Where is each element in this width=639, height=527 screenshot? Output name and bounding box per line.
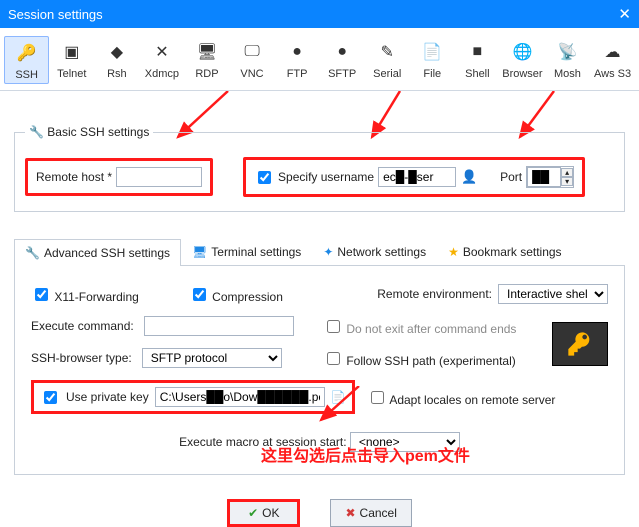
private-key-group: Use private key 📄 (31, 380, 355, 414)
basic-ssh-fieldset: 🔧 Basic SSH settings Remote host * Speci… (14, 125, 625, 212)
advanced-panel: X11-Forwarding Compression Remote enviro… (14, 266, 625, 475)
adapt-locales-label[interactable]: Adapt locales on remote server (367, 388, 556, 407)
session-type-rsh[interactable]: ◆ Rsh (94, 36, 139, 84)
port-up-icon[interactable]: ▴ (561, 168, 573, 177)
ssh-browser-label: SSH-browser type: (31, 351, 132, 365)
ssh-icon: 🔑 (15, 41, 39, 65)
tab-terminal[interactable]: 🖥 Terminal settings (181, 238, 312, 265)
x11-label[interactable]: X11-Forwarding (31, 285, 139, 304)
session-type-file[interactable]: 📄 File (410, 36, 455, 84)
file-icon: 📄 (420, 40, 444, 64)
compression-label[interactable]: Compression (189, 285, 283, 304)
remote-env-label: Remote environment: (377, 287, 492, 301)
user-picker-icon[interactable]: 👤 (460, 168, 478, 186)
shell-icon: ■ (465, 40, 489, 64)
ok-button[interactable]: ✔ OK (227, 499, 300, 527)
session-type-aws-s3[interactable]: ☁ Aws S3 (590, 36, 635, 84)
specify-username-checkbox[interactable] (258, 171, 271, 184)
session-type-label: SFTP (320, 68, 365, 80)
session-type-ftp[interactable]: ● FTP (275, 36, 320, 84)
remote-env-select[interactable]: Interactive shell (498, 284, 608, 304)
window-title: Session settings (8, 7, 103, 22)
session-type-vnc[interactable]: 🖵 VNC (230, 36, 275, 84)
session-type-browser[interactable]: 🌐 Browser (500, 36, 545, 84)
port-label: Port (500, 170, 522, 184)
session-type-label: Serial (365, 68, 410, 80)
port-input[interactable] (527, 167, 561, 187)
session-type-rdp[interactable]: 🖥 RDP (184, 36, 229, 84)
session-type-label: Xdmcp (139, 68, 184, 80)
follow-ssh-checkbox[interactable] (327, 352, 340, 365)
tab-network[interactable]: ✦ Network settings (312, 238, 437, 265)
session-type-label: Browser (500, 68, 545, 80)
session-type-label: SSH (5, 69, 48, 81)
settings-tabs: 🔧 Advanced SSH settings 🖥 Terminal setti… (14, 238, 625, 266)
session-type-serial[interactable]: ✎ Serial (365, 36, 410, 84)
ftp-icon: ● (285, 40, 309, 64)
session-type-label: Aws S3 (590, 68, 635, 80)
session-type-ssh[interactable]: 🔑 SSH (4, 36, 49, 84)
content-area: 🔧 Basic SSH settings Remote host * Speci… (0, 91, 639, 527)
rdp-icon: 🖥 (195, 40, 219, 64)
basic-legend: 🔧 Basic SSH settings (25, 125, 153, 139)
telnet-icon: ▣ (60, 40, 84, 64)
noexit-label[interactable]: Do not exit after command ends (323, 317, 516, 336)
specify-username-label: Specify username (278, 170, 374, 184)
session-type-sftp[interactable]: ● SFTP (320, 36, 365, 84)
session-type-xdmcp[interactable]: ✕ Xdmcp (139, 36, 184, 84)
aws s3-icon: ☁ (601, 40, 625, 64)
session-type-label: FTP (275, 68, 320, 80)
remote-host-group: Remote host * (25, 158, 213, 196)
follow-ssh-label[interactable]: Follow SSH path (experimental) (323, 349, 516, 368)
browse-key-icon[interactable]: 📄 (331, 390, 346, 404)
button-bar: ✔ OK ✖ Cancel (14, 499, 625, 527)
tab-advanced-ssh[interactable]: 🔧 Advanced SSH settings (14, 239, 181, 266)
serial-icon: ✎ (375, 40, 399, 64)
x11-checkbox[interactable] (35, 288, 48, 301)
compression-checkbox[interactable] (193, 288, 206, 301)
tab-bookmark[interactable]: ★ Bookmark settings (437, 238, 572, 265)
session-type-shell[interactable]: ■ Shell (455, 36, 500, 84)
titlebar: Session settings ✕ (0, 0, 639, 28)
noexit-checkbox[interactable] (327, 320, 340, 333)
private-key-path-input[interactable] (155, 387, 325, 407)
key-icon-button[interactable] (552, 322, 608, 366)
remote-host-input[interactable] (116, 167, 202, 187)
vnc-icon: 🖵 (240, 40, 264, 64)
session-type-label: Mosh (545, 68, 590, 80)
session-type-label: Shell (455, 68, 500, 80)
cancel-button[interactable]: ✖ Cancel (330, 499, 411, 527)
close-icon[interactable]: ✕ (618, 5, 631, 23)
session-type-label: Rsh (94, 68, 139, 80)
remote-host-label: Remote host * (36, 170, 112, 184)
use-private-key-checkbox[interactable] (44, 391, 57, 404)
sftp-icon: ● (330, 40, 354, 64)
mosh-icon: 📡 (555, 40, 579, 64)
execute-command-label: Execute command: (31, 319, 134, 333)
session-type-label: File (410, 68, 455, 80)
username-input[interactable] (378, 167, 456, 187)
ssh-browser-select[interactable]: SFTP protocol (142, 348, 282, 368)
adapt-locales-checkbox[interactable] (371, 391, 384, 404)
session-type-label: RDP (184, 68, 229, 80)
annotation-text: 这里勾选后点击导入pem文件 (261, 442, 470, 466)
port-down-icon[interactable]: ▾ (561, 177, 573, 186)
browser-icon: 🌐 (510, 40, 534, 64)
session-type-telnet[interactable]: ▣ Telnet (49, 36, 94, 84)
use-private-key-label: Use private key (66, 390, 149, 404)
session-type-label: VNC (230, 68, 275, 80)
session-type-toolbar: 🔑 SSH ▣ Telnet ◆ Rsh ✕ Xdmcp 🖥 RDP 🖵 VNC ● FTP ● SFTP ✎ S… (0, 28, 639, 91)
rsh-icon: ◆ (105, 40, 129, 64)
session-type-label: Telnet (49, 68, 94, 80)
xdmcp-icon: ✕ (150, 40, 174, 64)
username-group: Specify username 👤 Port ▴ ▾ (243, 157, 585, 197)
session-type-mosh[interactable]: 📡 Mosh (545, 36, 590, 84)
execute-command-input[interactable] (144, 316, 294, 336)
